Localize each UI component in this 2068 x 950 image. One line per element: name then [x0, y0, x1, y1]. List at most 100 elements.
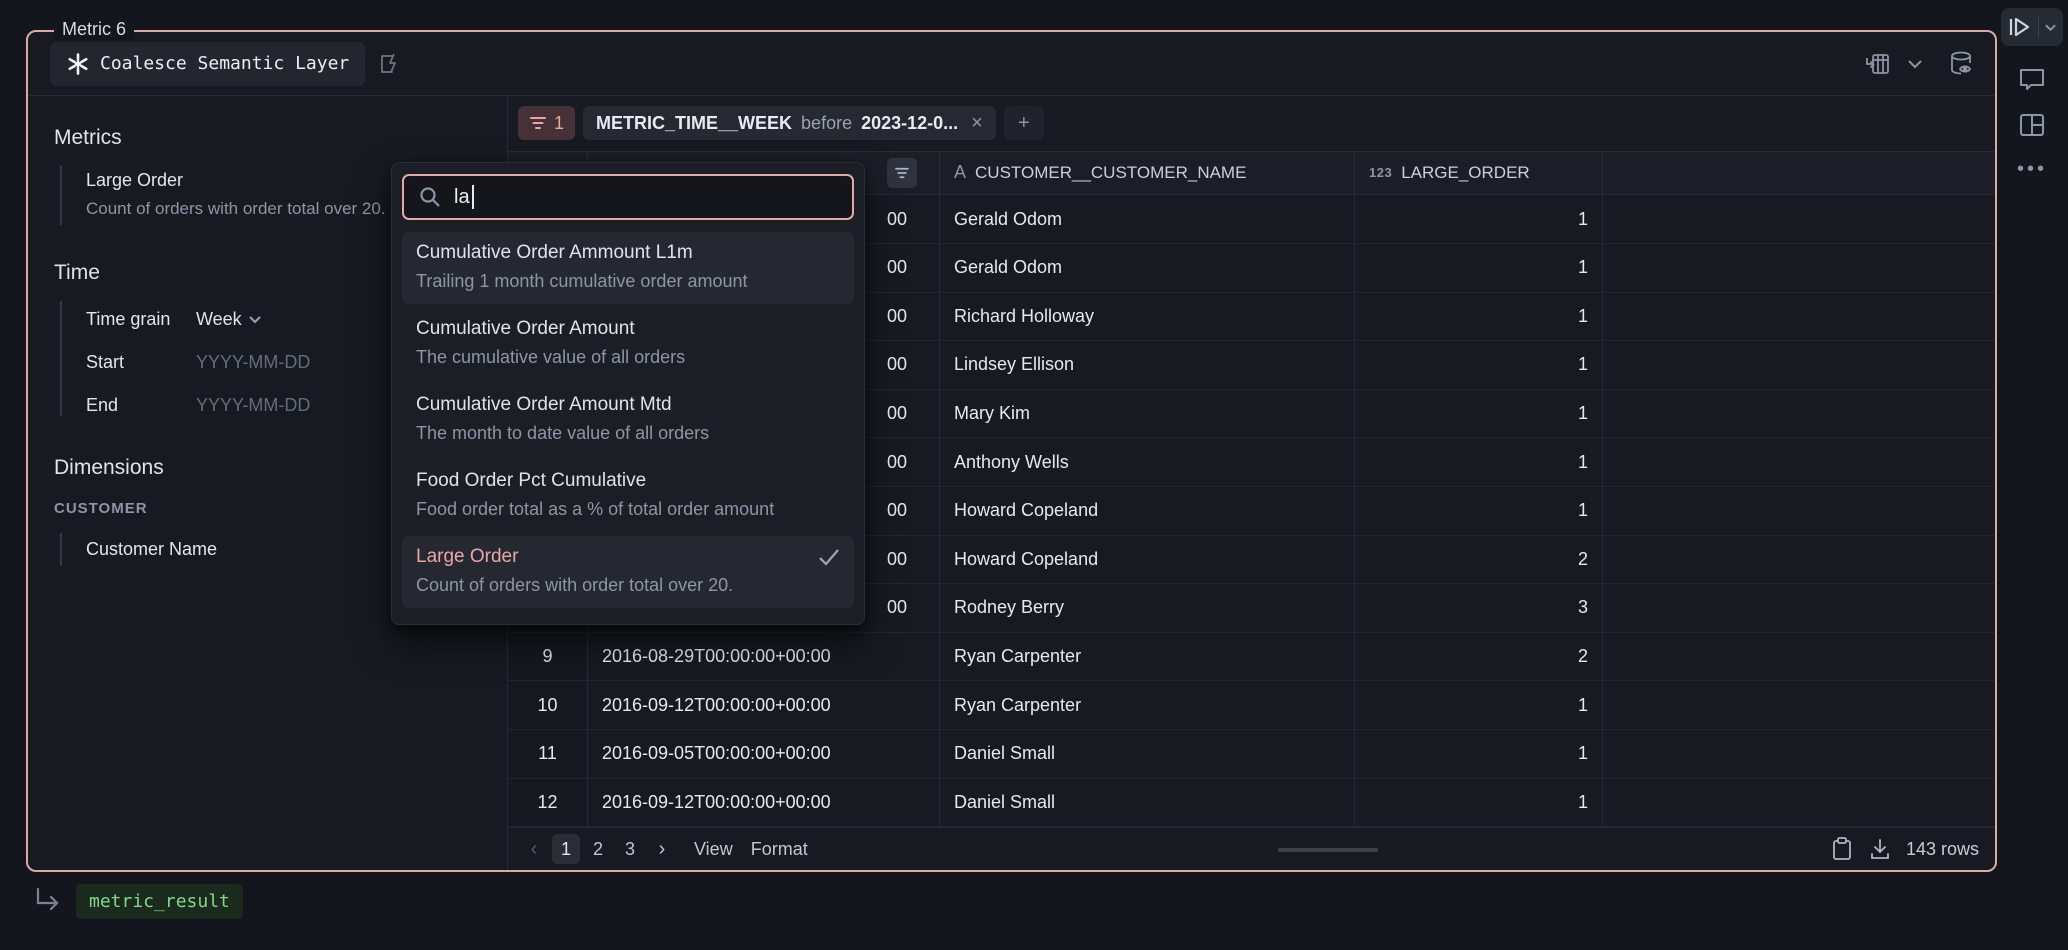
chevron-down-icon — [248, 315, 262, 324]
edit-bolt-icon[interactable] — [377, 51, 403, 77]
dropdown-item-desc: Trailing 1 month cumulative order amount — [416, 271, 840, 292]
table-row[interactable]: 92016-08-29T00:00:00+00:00Ryan Carpenter… — [508, 633, 1995, 682]
dropdown-item[interactable]: Large OrderCount of orders with order to… — [402, 536, 854, 608]
page-button[interactable]: 2 — [584, 834, 612, 864]
cell-large-order[interactable]: 1 — [1355, 293, 1603, 341]
dropdown-item-desc: Food order total as a % of total order a… — [416, 499, 840, 520]
cell-customer[interactable]: Richard Holloway — [940, 293, 1355, 341]
page-button[interactable]: 1 — [552, 834, 580, 864]
search-query: la — [454, 186, 470, 209]
check-icon — [818, 548, 840, 566]
dropdown-item-title: Food Order Pct Cumulative — [416, 470, 840, 492]
dropdown-item-title: Cumulative Order Amount Mtd — [416, 394, 840, 416]
cell-customer[interactable]: Rodney Berry — [940, 584, 1355, 632]
cell-large-order[interactable]: 1 — [1355, 779, 1603, 827]
run-button-group[interactable] — [2001, 8, 2063, 46]
prev-page-icon[interactable]: ‹ — [520, 834, 548, 864]
result-variable-tag[interactable]: metric_result — [76, 884, 243, 919]
page-button[interactable]: 3 — [616, 834, 644, 864]
cell-metric-time[interactable]: 2016-08-29T00:00:00+00:00 — [588, 633, 940, 681]
cell-customer[interactable]: Gerald Odom — [940, 244, 1355, 292]
cell-empty — [1603, 779, 1995, 827]
filter-count: 1 — [554, 113, 564, 134]
column-filter-icon[interactable] — [887, 158, 917, 188]
next-page-icon[interactable]: › — [648, 834, 676, 864]
cell-large-order[interactable]: 2 — [1355, 536, 1603, 584]
filter-count-badge[interactable]: 1 — [518, 106, 575, 140]
dropdown-item-desc: Count of orders with order total over 20… — [416, 575, 840, 596]
row-number: 11 — [508, 730, 588, 778]
filter-chip[interactable]: METRIC_TIME__WEEK before 2023-12-0... × — [583, 106, 996, 140]
add-filter-button[interactable]: + — [1004, 106, 1044, 140]
dropdown-item-title: Cumulative Order Ammount L1m — [416, 242, 840, 264]
cell-metric-time[interactable]: 2016-09-12T00:00:00+00:00 — [588, 779, 940, 827]
copy-clipboard-icon[interactable] — [1830, 836, 1854, 862]
row-count-label: 143 rows — [1906, 839, 1979, 860]
remove-filter-icon[interactable]: × — [971, 112, 983, 135]
metric-search-dropdown: la Cumulative Order Ammount L1m Trailing … — [391, 162, 865, 625]
table-row[interactable]: 102016-09-12T00:00:00+00:00Ryan Carpente… — [508, 681, 1995, 730]
row-number: 9 — [508, 633, 588, 681]
cell-customer[interactable]: Daniel Small — [940, 730, 1355, 778]
filter-value: 2023-12-0... — [861, 113, 958, 134]
database-eye-icon[interactable] — [1947, 49, 1977, 79]
cell-customer[interactable]: Anthony Wells — [940, 438, 1355, 486]
cell-large-order[interactable]: 1 — [1355, 390, 1603, 438]
cell-customer[interactable]: Daniel Small — [940, 779, 1355, 827]
cell-customer[interactable]: Lindsey Ellison — [940, 341, 1355, 389]
dropdown-item-desc: The cumulative value of all orders — [416, 347, 840, 368]
cell-large-order[interactable]: 1 — [1355, 681, 1603, 729]
dropdown-item[interactable]: Cumulative Order Ammount L1m Trailing 1 m… — [402, 232, 854, 304]
cell-customer[interactable]: Ryan Carpenter — [940, 681, 1355, 729]
view-button[interactable]: View — [694, 839, 733, 860]
cell-large-order[interactable]: 1 — [1355, 487, 1603, 535]
cell-empty — [1603, 584, 1995, 632]
dropdown-item[interactable]: Cumulative Order Amount MtdThe month to … — [402, 384, 854, 456]
end-date-input[interactable]: YYYY-MM-DD — [196, 395, 310, 416]
cell-customer[interactable]: Ryan Carpenter — [940, 633, 1355, 681]
cell-metric-time[interactable]: 2016-09-12T00:00:00+00:00 — [588, 681, 940, 729]
dropdown-items: Cumulative Order Ammount L1m Trailing 1 m… — [402, 232, 854, 608]
col-label: LARGE_ORDER — [1401, 163, 1529, 183]
cell-large-order[interactable]: 3 — [1355, 584, 1603, 632]
filter-icon — [529, 116, 547, 130]
table-row[interactable]: 112016-09-05T00:00:00+00:00Daniel Small1 — [508, 730, 1995, 779]
start-date-input[interactable]: YYYY-MM-DD — [196, 352, 310, 373]
cell-customer[interactable]: Mary Kim — [940, 390, 1355, 438]
cell-large-order[interactable]: 1 — [1355, 438, 1603, 486]
cell-large-order[interactable]: 2 — [1355, 633, 1603, 681]
cell-empty — [1603, 293, 1995, 341]
cell-large-order[interactable]: 1 — [1355, 244, 1603, 292]
dropdown-item-title: Cumulative Order Amount — [416, 318, 840, 340]
export-table-icon[interactable] — [1865, 50, 1893, 78]
layout-panels-icon[interactable] — [2018, 112, 2046, 138]
dropdown-item[interactable]: Cumulative Order Amount The cumulative va… — [402, 308, 854, 380]
time-grain-select[interactable]: Week — [196, 309, 262, 330]
cell-empty — [1603, 681, 1995, 729]
comment-icon[interactable] — [2018, 66, 2046, 92]
cell-customer[interactable]: Howard Copeland — [940, 536, 1355, 584]
chevron-down-icon[interactable] — [1907, 59, 1923, 69]
semantic-layer-source-button[interactable]: Coalesce Semantic Layer — [50, 42, 365, 86]
download-icon[interactable] — [1868, 837, 1892, 861]
metric-search-input[interactable]: la — [402, 174, 854, 220]
cell-metric-time[interactable]: 2016-09-05T00:00:00+00:00 — [588, 730, 940, 778]
cell-empty — [1603, 536, 1995, 584]
column-header-large-order[interactable]: 123 LARGE_ORDER — [1355, 152, 1603, 195]
filter-field: METRIC_TIME__WEEK — [596, 113, 792, 134]
cell-empty — [1603, 390, 1995, 438]
table-row[interactable]: 122016-09-12T00:00:00+00:00Daniel Small1 — [508, 779, 1995, 828]
column-header-customer-name[interactable]: A CUSTOMER__CUSTOMER_NAME — [940, 152, 1355, 195]
cell-customer[interactable]: Howard Copeland — [940, 487, 1355, 535]
format-button[interactable]: Format — [751, 839, 808, 860]
more-options-icon[interactable]: ••• — [2017, 158, 2047, 181]
cell-header: Coalesce Semantic Layer — [28, 32, 1995, 96]
dropdown-item[interactable]: Food Order Pct Cumulative Food order tota… — [402, 460, 854, 532]
cell-large-order[interactable]: 1 — [1355, 341, 1603, 389]
text-type-icon: A — [954, 162, 966, 183]
horizontal-scrollbar[interactable] — [1278, 848, 1378, 852]
cell-large-order[interactable]: 1 — [1355, 195, 1603, 243]
number-type-icon: 123 — [1369, 165, 1392, 180]
cell-large-order[interactable]: 1 — [1355, 730, 1603, 778]
cell-customer[interactable]: Gerald Odom — [940, 195, 1355, 243]
